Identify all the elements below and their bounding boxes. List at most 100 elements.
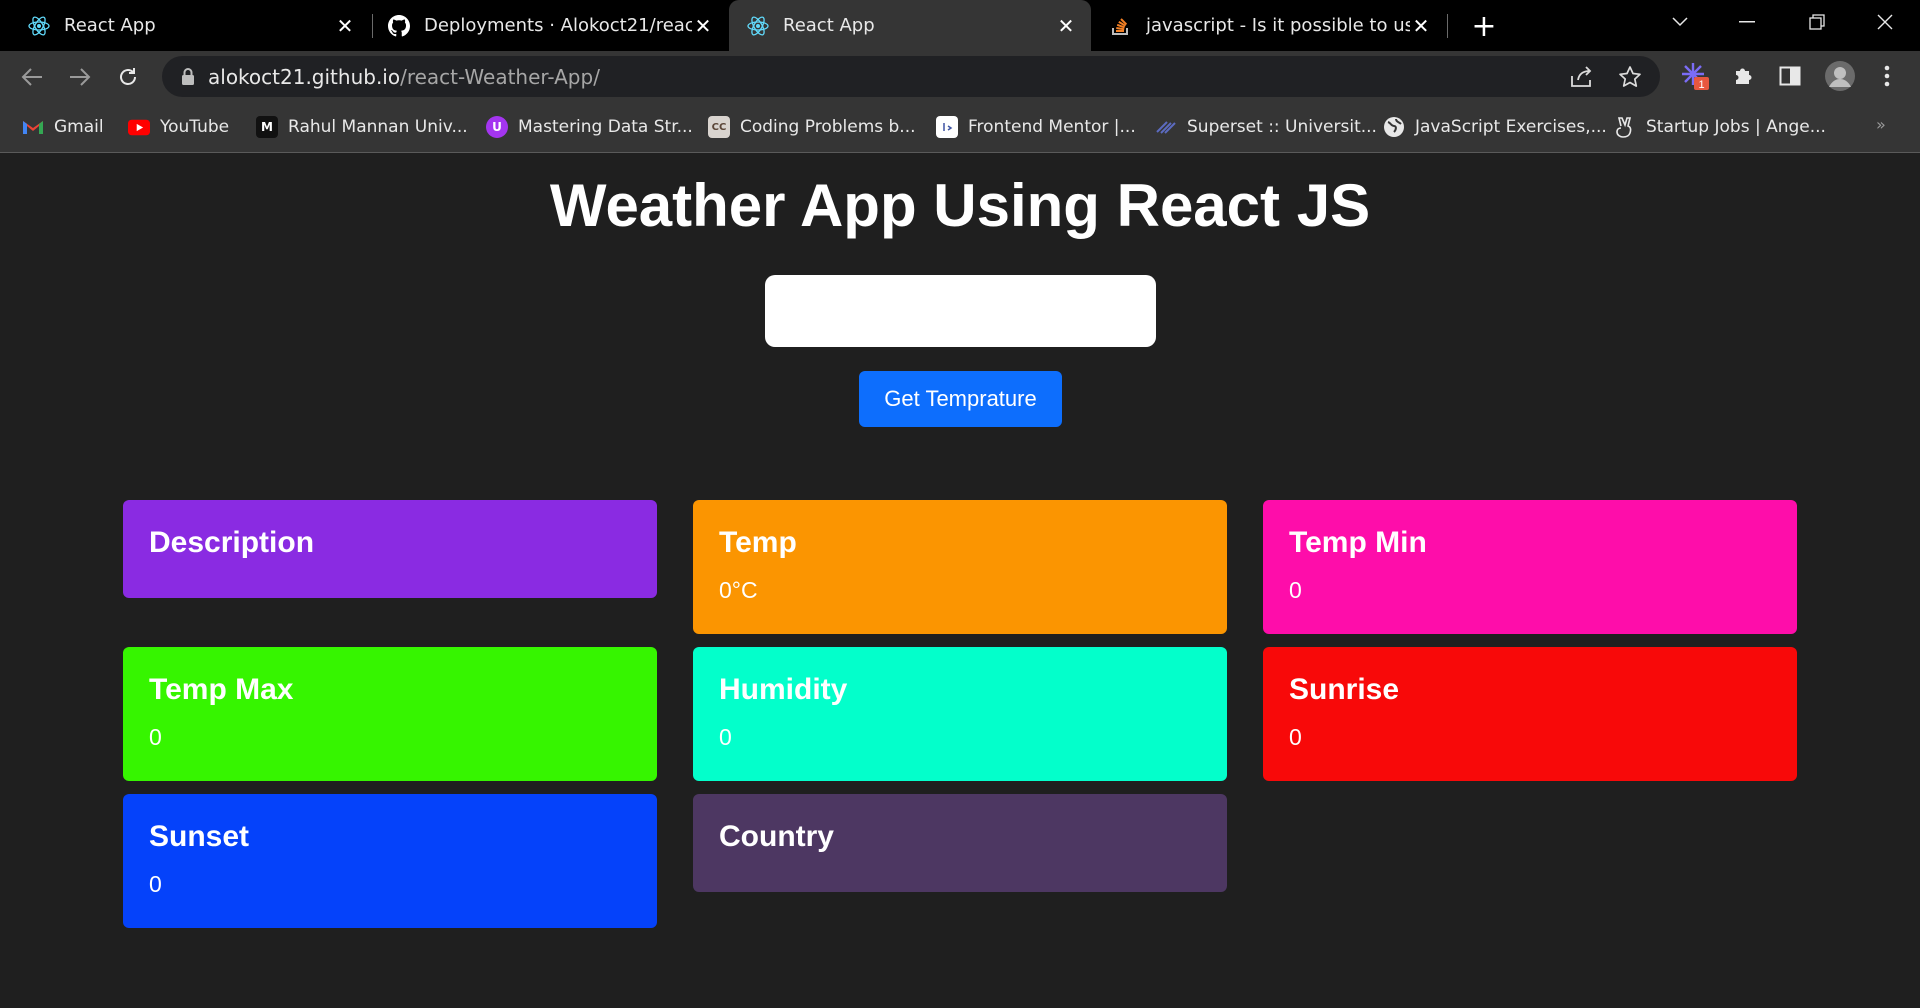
youtube-icon	[128, 116, 150, 138]
card-title: Temp Max	[149, 673, 294, 706]
sunrise-card: Sunrise 0	[1263, 647, 1797, 781]
menu-button[interactable]	[1870, 59, 1904, 93]
card-value: 0	[149, 724, 162, 750]
tab-title: React App	[64, 15, 156, 36]
close-icon[interactable]: ✕	[334, 14, 356, 38]
card-title: Sunset	[149, 820, 250, 853]
temp-card: Temp 0°C	[693, 500, 1227, 634]
description-card: Description	[123, 500, 657, 598]
extensions-button[interactable]	[1727, 59, 1761, 93]
minimize-icon	[1739, 21, 1755, 23]
react-icon	[28, 15, 50, 37]
tab-divider	[1447, 14, 1448, 38]
close-icon[interactable]: ✕	[1055, 14, 1077, 38]
humidity-card: Humidity 0	[693, 647, 1227, 781]
extension-button[interactable]: 1	[1678, 59, 1712, 93]
address-bar[interactable]: alokoct21.github.io/react-Weather-App/	[162, 56, 1660, 97]
bookmark-superset[interactable]: Superset :: Universit...	[1155, 115, 1377, 139]
react-icon	[747, 15, 769, 37]
bookmark-label: Rahul Mannan Univ...	[288, 117, 468, 137]
close-icon	[1877, 14, 1893, 30]
bookmarks-bar: Gmail YouTube M Rahul Mannan Univ... U M…	[0, 101, 1920, 153]
share-icon[interactable]	[1569, 64, 1595, 90]
side-panel-button[interactable]	[1773, 59, 1807, 93]
arrow-right-icon	[70, 68, 91, 86]
close-icon[interactable]: ✕	[692, 14, 714, 38]
reload-icon	[120, 68, 136, 85]
city-input[interactable]	[765, 275, 1156, 347]
lock-icon[interactable]	[180, 67, 196, 87]
bookmark-label: JavaScript Exercises,...	[1415, 117, 1607, 137]
forward-button[interactable]	[62, 59, 98, 95]
bookmark-coding-problems[interactable]: CC Coding Problems b...	[708, 115, 916, 139]
bookmark-startup-jobs[interactable]: Startup Jobs | Ange...	[1614, 115, 1826, 139]
tab-stackoverflow[interactable]: javascript - Is it possible to use d ✕	[1092, 0, 1446, 51]
angellist-icon	[1614, 116, 1636, 138]
cc-icon: CC	[708, 116, 730, 138]
rm-icon: M	[256, 116, 278, 138]
avatar	[1825, 61, 1855, 91]
bookmark-youtube[interactable]: YouTube	[128, 115, 229, 139]
side-panel-icon	[1779, 66, 1801, 86]
tab-title: Deployments · Alokoct21/react-W	[424, 15, 692, 36]
star-icon[interactable]	[1617, 64, 1643, 90]
url-path: /react-Weather-App/	[400, 64, 600, 89]
get-temperature-button[interactable]: Get Temprature	[859, 371, 1062, 427]
bookmark-label: Coding Problems b...	[740, 117, 916, 137]
browser-toolbar: alokoct21.github.io/react-Weather-App/ 1	[0, 51, 1920, 101]
tab-title: javascript - Is it possible to use d	[1146, 15, 1410, 36]
country-card: Country	[693, 794, 1227, 892]
bookmark-label: YouTube	[160, 117, 230, 137]
card-value: 0	[1289, 577, 1302, 603]
bookmark-label: Superset :: Universit...	[1187, 117, 1377, 137]
bookmark-rahul-mannan[interactable]: M Rahul Mannan Univ...	[256, 115, 468, 139]
bookmark-frontend-mentor[interactable]: Frontend Mentor |...	[936, 115, 1136, 139]
close-window-button[interactable]	[1850, 0, 1920, 44]
profile-button[interactable]	[1823, 59, 1857, 93]
superset-icon	[1155, 116, 1177, 138]
back-button[interactable]	[14, 59, 50, 95]
temp-min-card: Temp Min 0	[1263, 500, 1797, 634]
card-value: 0°C	[719, 577, 758, 603]
new-tab-button[interactable]: +	[1466, 8, 1502, 44]
gmail-icon	[22, 116, 44, 138]
github-icon	[388, 14, 410, 37]
reload-button[interactable]	[110, 59, 146, 95]
card-title: Temp Min	[1289, 526, 1427, 559]
url-host: alokoct21.github.io	[208, 64, 401, 89]
tab-deployments[interactable]: Deployments · Alokoct21/react-W ✕	[372, 0, 728, 51]
frontendmentor-icon	[936, 116, 958, 138]
tab-react-app-active[interactable]: React App ✕	[729, 0, 1091, 51]
arrow-left-icon	[21, 68, 42, 86]
restore-button[interactable]	[1782, 0, 1852, 44]
restore-icon	[1809, 14, 1825, 30]
page-title: Weather App Using React JS	[549, 172, 1371, 239]
puzzle-icon	[1736, 68, 1752, 84]
udemy-icon: U	[486, 116, 508, 138]
page-content: Weather App Using React JS Get Tempratur…	[0, 154, 1920, 1008]
card-title: Temp	[719, 526, 797, 559]
card-title: Description	[149, 526, 315, 559]
bookmark-label: Gmail	[54, 117, 104, 137]
tab-react-app-1[interactable]: React App ✕	[0, 0, 370, 51]
bookmark-mastering-data[interactable]: U Mastering Data Str...	[486, 115, 693, 139]
stackoverflow-icon	[1110, 15, 1132, 37]
bookmark-label: Frontend Mentor |...	[968, 117, 1136, 137]
bookmarks-overflow-button[interactable]: »	[1876, 115, 1886, 134]
sunset-card: Sunset 0	[123, 794, 657, 928]
bookmark-gmail[interactable]: Gmail	[22, 115, 104, 139]
card-title: Sunrise	[1289, 673, 1400, 706]
card-value: 0	[149, 871, 162, 897]
chevron-down-icon	[1672, 17, 1688, 27]
minimize-button[interactable]	[1712, 0, 1782, 44]
card-value: 0	[1289, 724, 1302, 750]
bookmark-javascript-exercises[interactable]: JavaScript Exercises,...	[1383, 115, 1607, 139]
card-title: Humidity	[719, 673, 848, 706]
card-title: Country	[719, 820, 834, 853]
url-text: alokoct21.github.io/react-Weather-App/	[208, 65, 600, 89]
more-vert-icon	[1884, 65, 1890, 87]
globe-icon	[1383, 116, 1405, 138]
tab-search-button[interactable]	[1645, 0, 1715, 44]
bookmark-label: Mastering Data Str...	[518, 117, 693, 137]
close-icon[interactable]: ✕	[1410, 14, 1432, 38]
